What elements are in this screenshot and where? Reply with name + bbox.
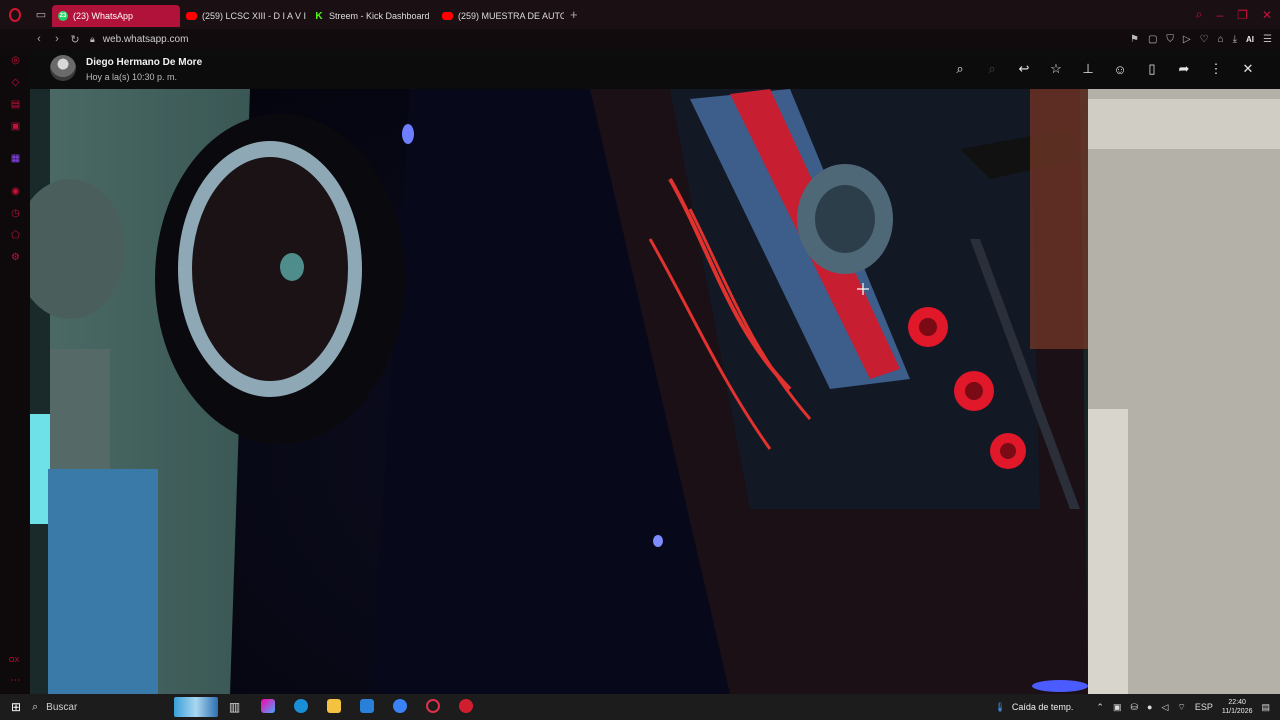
sender-name[interactable]: Diego Hermano De More [86, 57, 202, 68]
app-blue-icon[interactable] [383, 698, 416, 716]
wifi-icon[interactable]: ⌔ [1177, 702, 1185, 713]
tray-network-icon[interactable]: ⛁ [1130, 702, 1138, 713]
youtube-icon [186, 12, 197, 20]
instagram-icon[interactable]: ▣ [10, 121, 21, 132]
history-icon[interactable]: ◷ [10, 208, 21, 219]
thermometer-icon: 🌡︎ [994, 701, 1006, 712]
tray-chevron-icon[interactable]: ⌃ [1096, 702, 1104, 713]
twitch-icon[interactable]: ▦ [10, 153, 21, 164]
shopping-icon[interactable]: ◇ [10, 77, 21, 88]
easy-setup-icon[interactable]: ☰ [1263, 34, 1272, 45]
tab-kick-dashboard[interactable]: K Streem - Kick Dashboard [308, 5, 436, 27]
tab-youtube-lcsc[interactable]: (259) LCSC XIII - D I A V I [180, 5, 308, 27]
tab-islands-icon[interactable]: ▭ [30, 0, 52, 29]
tab-title: (259) LCSC XIII - D I A V I [202, 11, 307, 21]
whatsapp-icon: 23 [58, 11, 68, 21]
weather-text: Caída de temp. [1011, 701, 1074, 712]
copilot-icon[interactable] [251, 698, 284, 716]
address-bar: ‹ › ↻ 🔒︎ web.whatsapp.com ⚑ ▢ ⛉ ▷ ♡ ⌂ ⤓ … [0, 29, 1280, 49]
kick-icon: K [315, 10, 323, 22]
tab-title: (259) MUESTRA DE AUTO [458, 11, 564, 21]
browser-tab-bar: ▭ 23 (23) WhatsApp (259) LCSC XIII - D I… [0, 0, 1280, 29]
zoom-in-icon[interactable]: ⌕ [944, 61, 976, 77]
avatar[interactable] [50, 55, 76, 81]
search-icon: ⌕ [32, 700, 39, 713]
media-image[interactable] [30, 89, 1280, 694]
heart-icon[interactable]: ♡ [1200, 34, 1209, 45]
file-explorer-icon[interactable] [317, 698, 350, 716]
more-options-icon[interactable]: ⋮ [1200, 61, 1232, 77]
windows-start-icon[interactable]: ⊞ [0, 700, 32, 714]
store-icon[interactable] [350, 698, 383, 716]
new-tab-button[interactable]: + [570, 7, 578, 22]
react-emoji-icon[interactable]: ☺ [1104, 62, 1136, 77]
task-view-icon[interactable]: ▥ [218, 700, 251, 714]
star-icon[interactable]: ☆ [1040, 61, 1072, 77]
opera-taskbar-icon[interactable] [416, 698, 449, 716]
youtube-icon [442, 12, 453, 20]
search-placeholder: Buscar [46, 701, 78, 713]
back-button[interactable]: ‹ [30, 33, 48, 45]
close-window-button[interactable]: ✕ [1262, 8, 1272, 22]
system-tray: 🌡︎ Caída de temp. ⌃ ▣ ⛁ ● ◁ ⌔ ESP 22:40 1… [994, 694, 1280, 720]
wallet-icon[interactable]: ⌂ [1218, 34, 1224, 45]
pin-icon[interactable]: ⊥ [1072, 61, 1104, 77]
window-controls: ⌕ – ❐ ✕ [1196, 0, 1272, 29]
tab-title: Streem - Kick Dashboard [329, 11, 430, 21]
player-icon[interactable]: ▷ [1183, 34, 1191, 45]
tab-youtube-muestra[interactable]: (259) MUESTRA DE AUTO [436, 5, 564, 27]
clock[interactable]: 22:40 11/1/2026 [1222, 698, 1253, 716]
maximize-button[interactable]: ❐ [1237, 8, 1248, 22]
extensions-icon[interactable]: ⬠ [10, 230, 21, 241]
reply-icon[interactable]: ↩ [1008, 61, 1040, 77]
address-bar-tools: ⚑ ▢ ⛉ ▷ ♡ ⌂ ⤓ AI ☰ [1130, 29, 1272, 49]
media-actions: ⌕ ⌕ ↩ ☆ ⊥ ☺ ▯ ➦ ⋮ ✕ [944, 49, 1264, 89]
bookmark-icon[interactable]: ⚑ [1130, 34, 1139, 45]
clock-time: 22:40 [1228, 699, 1246, 706]
edge-icon[interactable] [284, 698, 317, 716]
download-icon[interactable]: ⤓ [1233, 34, 1237, 45]
player-sidebar-icon[interactable]: ◉ [10, 186, 21, 197]
sidebar-more-icon[interactable]: ⋯ [10, 675, 21, 686]
weather-widget[interactable]: 🌡︎ Caída de temp. [994, 702, 1073, 713]
lock-icon[interactable]: 🔒︎ [90, 34, 95, 45]
language-indicator[interactable]: ESP [1195, 702, 1213, 712]
app-red-icon[interactable] [449, 698, 482, 716]
aria-icon[interactable]: ◎ [10, 55, 21, 66]
tray-app-icon[interactable]: ▣ [1113, 702, 1122, 713]
media-viewer-header: Diego Hermano De More Hoy a la(s) 10:30 … [30, 49, 1280, 89]
delete-icon[interactable]: ▯ [1136, 61, 1168, 77]
taskbar-search[interactable]: ⌕ Buscar [32, 697, 172, 717]
url-field[interactable]: web.whatsapp.com [103, 34, 189, 45]
forward-button[interactable]: › [48, 33, 66, 45]
tab-title: (23) WhatsApp [73, 11, 134, 21]
message-timestamp: Hoy a la(s) 10:30 p. m. [86, 72, 178, 82]
minimize-button[interactable]: – [1216, 8, 1223, 22]
sidebar-gx-label: OX [9, 657, 20, 664]
tab-whatsapp[interactable]: 23 (23) WhatsApp [52, 5, 180, 27]
windows-taskbar: ⊞ ⌕ Buscar ▥ 🌡︎ Caída de temp. ⌃ ▣ ⛁ ● ◁ … [0, 694, 1280, 720]
snapshot-icon[interactable]: ▢ [1148, 34, 1157, 45]
forward-icon[interactable]: ➦ [1168, 61, 1200, 77]
car-engine-photo [30, 89, 1280, 694]
microphone-icon[interactable]: ● [1147, 702, 1152, 712]
clock-date: 11/1/2026 [1221, 708, 1253, 715]
zoom-out-icon: ⌕ [988, 61, 996, 76]
settings-icon[interactable]: ⚙ [10, 252, 21, 263]
opera-sidebar: ◎ ◇ ▤ ▣ ▦ ◉ ◷ ⬠ ⚙ OX ⋯ [0, 49, 30, 694]
opera-menu-icon[interactable] [0, 0, 30, 29]
volume-icon[interactable]: ◁ [1161, 702, 1168, 713]
messenger-icon[interactable]: ▤ [10, 99, 21, 110]
aria-ai-button[interactable]: AI [1246, 35, 1254, 44]
widget-thumbnail[interactable] [174, 697, 218, 717]
shield-icon[interactable]: ⛉ [1166, 34, 1174, 45]
notifications-icon[interactable]: ▤ [1261, 702, 1270, 713]
reload-button[interactable]: ↻ [66, 33, 84, 46]
search-tabs-icon[interactable]: ⌕ [1196, 7, 1203, 22]
close-viewer-icon[interactable]: ✕ [1232, 61, 1264, 77]
